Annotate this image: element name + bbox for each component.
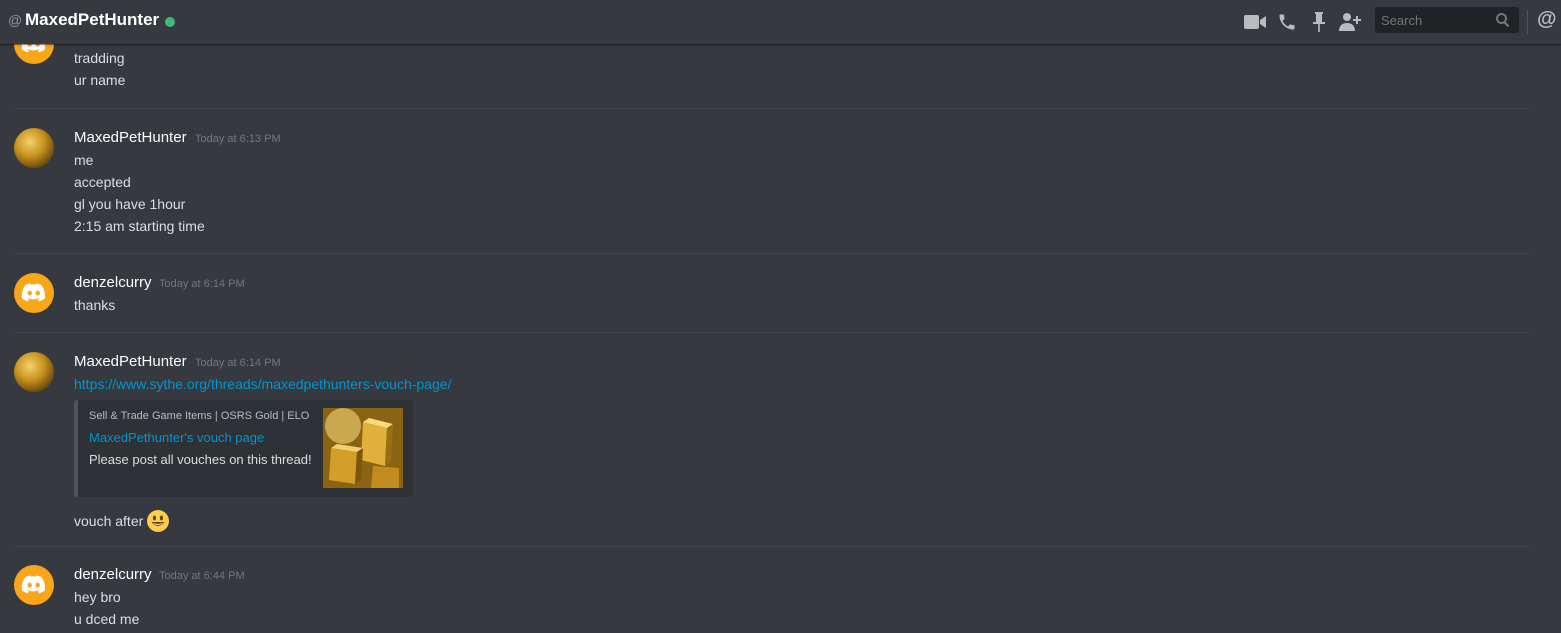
avatar[interactable]: [14, 352, 54, 392]
search-icon: [1495, 12, 1511, 33]
message-timestamp: Today at 6:14 PM: [195, 357, 281, 369]
avatar[interactable]: [14, 273, 54, 313]
discord-logo-icon: [21, 44, 46, 53]
embed-description: Please post all vouches on this thread!: [89, 452, 312, 467]
message-author[interactable]: denzelcurry: [74, 566, 152, 583]
message-text-row: vouch after: [74, 510, 170, 532]
message-text: me: [74, 152, 94, 168]
embed-title-link[interactable]: MaxedPethunter's vouch page: [89, 430, 264, 445]
discord-logo-icon: [21, 283, 46, 302]
message-text: gl you have 1hour: [74, 196, 186, 212]
discord-logo-icon: [21, 575, 46, 594]
header-divider: [1527, 10, 1528, 34]
add-friend-icon[interactable]: [1338, 10, 1362, 34]
message-link-line: https://www.sythe.org/threads/maxedpethu…: [74, 376, 451, 392]
message-list: tradding ur name MaxedPetHunter Today at…: [0, 44, 1561, 633]
message-text: accepted: [74, 174, 131, 190]
link-embed: Sell & Trade Game Items | OSRS Gold | EL…: [74, 400, 413, 497]
mentions-icon[interactable]: @: [1537, 8, 1557, 31]
message-text: tradding: [74, 50, 125, 66]
channel-title: MaxedPetHunter: [25, 10, 160, 29]
message-text: 2:15 am starting time: [74, 218, 205, 234]
message-text: u dced me: [74, 611, 140, 627]
video-call-icon[interactable]: [1243, 10, 1267, 34]
embed-provider: Sell & Trade Game Items | OSRS Gold | EL…: [89, 410, 310, 422]
message-author[interactable]: denzelcurry: [74, 274, 152, 291]
avatar[interactable]: [14, 565, 54, 605]
embed-thumbnail[interactable]: [323, 408, 403, 488]
message-text: hey bro: [74, 589, 121, 605]
message-timestamp: Today at 6:44 PM: [159, 570, 245, 582]
dm-chat-window: @ MaxedPetHunter @ tra: [0, 0, 1561, 633]
search-box[interactable]: [1375, 7, 1519, 33]
avatar[interactable]: [14, 44, 54, 64]
message-divider: [14, 332, 1530, 333]
voice-call-icon[interactable]: [1275, 10, 1299, 34]
message-divider: [14, 546, 1530, 547]
channel-header: @ MaxedPetHunter @: [0, 0, 1561, 44]
message-text: ur name: [74, 72, 126, 88]
message-author[interactable]: MaxedPetHunter: [74, 353, 187, 370]
thread-link[interactable]: https://www.sythe.org/threads/maxedpethu…: [74, 376, 451, 392]
message-text: vouch after: [74, 513, 144, 529]
message-text: thanks: [74, 297, 116, 313]
message-author[interactable]: MaxedPetHunter: [74, 129, 187, 146]
search-input[interactable]: [1375, 12, 1491, 28]
pin-icon[interactable]: [1307, 10, 1331, 34]
message-timestamp: Today at 6:14 PM: [159, 278, 245, 290]
at-icon: @: [8, 12, 23, 28]
message-divider: [14, 108, 1530, 109]
online-status-indicator: [165, 17, 175, 27]
avatar[interactable]: [14, 128, 54, 168]
smiley-emoji-icon[interactable]: [147, 510, 170, 532]
message-divider: [14, 253, 1530, 254]
message-timestamp: Today at 6:13 PM: [195, 133, 281, 145]
